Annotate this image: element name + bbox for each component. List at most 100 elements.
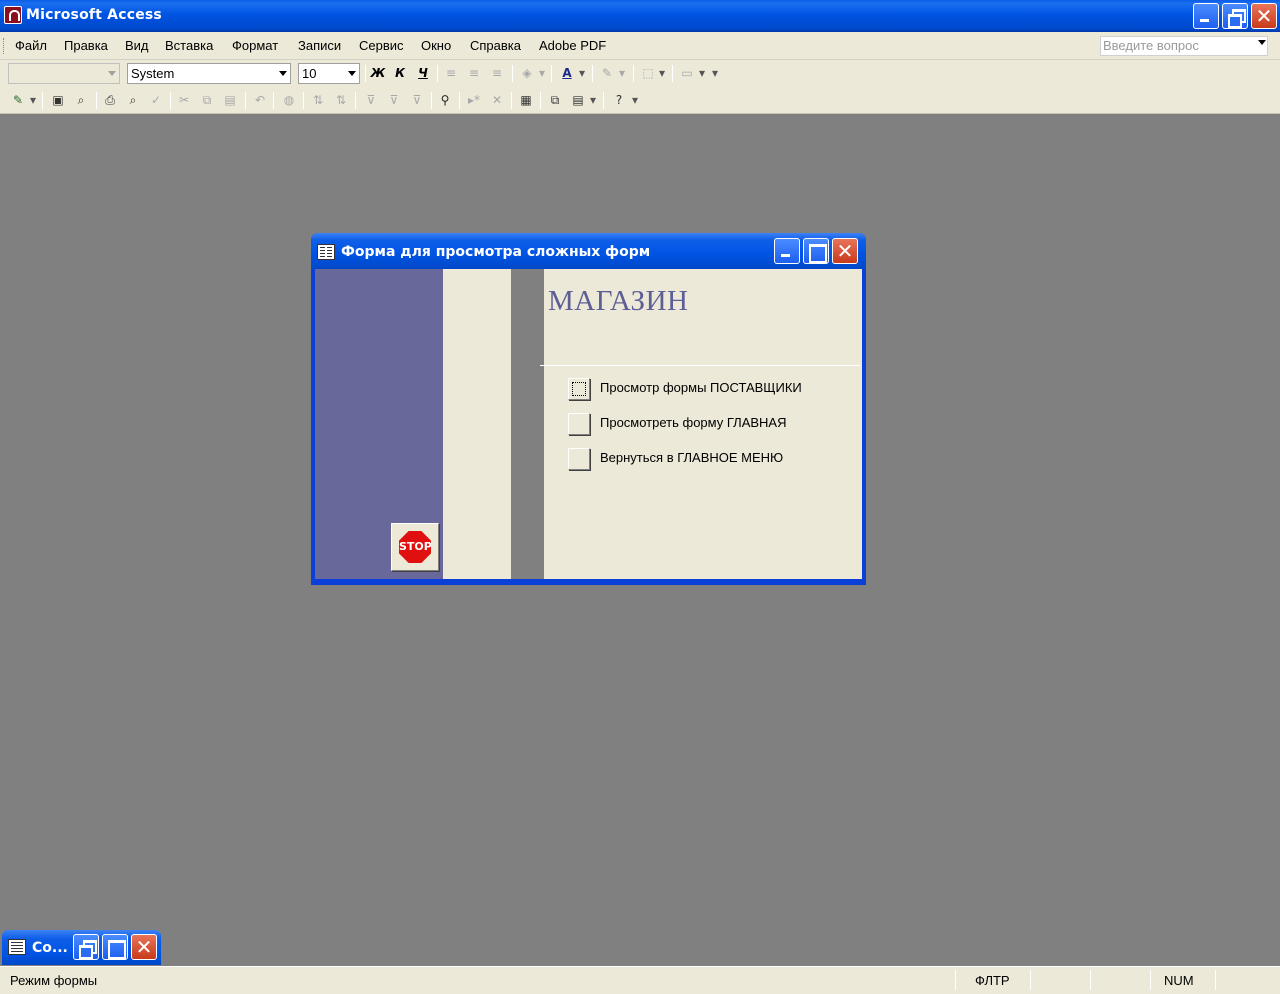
close-icon: ✕ — [836, 239, 854, 263]
paste-icon[interactable]: ▤ — [220, 91, 240, 110]
menu-window[interactable]: Окно — [421, 38, 451, 53]
delete-record-icon[interactable]: ✕ — [487, 91, 507, 110]
print-preview-icon[interactable]: ⌕ — [123, 91, 143, 110]
align-right-icon[interactable]: ≡ — [487, 64, 507, 83]
menu-records[interactable]: Записи — [298, 38, 341, 53]
font-size-combo[interactable]: 10 — [298, 63, 360, 84]
toolbar-separator — [551, 65, 552, 82]
underline-button[interactable]: Ч — [413, 64, 433, 83]
view-main-form-label: Просмотреть форму ГЛАВНАЯ — [600, 415, 787, 430]
form-window[interactable]: Форма для просмотра сложных форм ✕ МАГАЗ… — [311, 233, 866, 585]
chevron-down-icon[interactable]: ▾ — [697, 64, 707, 83]
status-bar: Режим формы ФЛТР NUM — [0, 966, 1280, 994]
view-main-form-button[interactable] — [568, 413, 590, 435]
line-color-icon[interactable]: ✎ — [597, 64, 617, 83]
status-separator — [1215, 970, 1216, 990]
sort-ascending-icon[interactable]: ⇅ — [308, 91, 328, 110]
minimized-close-button[interactable]: ✕ — [131, 934, 157, 960]
status-separator — [1090, 970, 1091, 990]
view-suppliers-form-button[interactable] — [568, 378, 590, 400]
menu-adobe-pdf[interactable]: Adobe PDF — [539, 38, 606, 53]
sort-descending-icon[interactable]: ⇅ — [331, 91, 351, 110]
align-center-icon[interactable]: ≡ — [464, 64, 484, 83]
minimized-window[interactable]: Со... ✕ — [2, 930, 161, 965]
restore-button[interactable] — [1222, 3, 1248, 29]
form-heading: МАГАЗИН — [548, 285, 689, 317]
return-main-menu-label: Вернуться в ГЛАВНОЕ МЕНЮ — [600, 450, 784, 465]
apply-filter-icon[interactable]: ⊽ — [407, 91, 427, 110]
chevron-down-icon[interactable]: ▾ — [617, 64, 627, 83]
cut-icon[interactable]: ✂ — [174, 91, 194, 110]
minimized-maximize-button[interactable] — [102, 934, 128, 960]
toolbar-separator — [245, 92, 246, 109]
menu-view[interactable]: Вид — [125, 38, 149, 53]
menu-bar: Файл Правка Вид Вставка Формат Записи Се… — [0, 32, 1280, 60]
minimize-button[interactable] — [1193, 3, 1219, 29]
chevron-down-icon[interactable] — [1258, 40, 1266, 45]
filter-by-form-icon[interactable]: ⊽ — [384, 91, 404, 110]
object-combo[interactable] — [8, 63, 120, 84]
app-titlebar[interactable]: Microsoft Access ✕ — [0, 0, 1280, 32]
special-effect-icon[interactable]: ▭ — [677, 64, 697, 83]
status-mode: Режим формы — [10, 973, 98, 988]
font-color-icon[interactable]: A — [557, 64, 577, 83]
toolbar-options-icon[interactable]: ▾ — [709, 64, 721, 83]
properties-icon[interactable]: ▦ — [516, 91, 536, 110]
toolbar-separator — [273, 92, 274, 109]
fill-color-icon[interactable]: ◈ — [517, 64, 537, 83]
save-icon[interactable]: ▣ — [48, 91, 68, 110]
toolbar-options-icon[interactable]: ▾ — [629, 91, 641, 110]
form-icon[interactable] — [317, 244, 335, 260]
close-button[interactable]: ✕ — [1251, 3, 1277, 29]
status-filter: ФЛТР — [975, 973, 1010, 988]
menu-edit[interactable]: Правка — [64, 38, 108, 53]
menu-insert[interactable]: Вставка — [165, 38, 213, 53]
copy-icon[interactable]: ⧉ — [197, 91, 217, 110]
bold-button[interactable]: Ж — [368, 64, 388, 83]
toolbar-separator — [170, 92, 171, 109]
chevron-down-icon[interactable]: ▾ — [28, 91, 38, 110]
form-icon[interactable] — [8, 939, 26, 955]
filter-by-selection-icon[interactable]: ⊽ — [361, 91, 381, 110]
minimized-restore-button[interactable] — [73, 934, 99, 960]
help-icon[interactable]: ? — [609, 91, 629, 110]
status-separator — [955, 970, 956, 990]
return-main-menu-button[interactable] — [568, 448, 590, 470]
chevron-down-icon[interactable]: ▾ — [537, 64, 547, 83]
italic-button[interactable]: К — [390, 64, 410, 83]
border-width-icon[interactable]: ⬚ — [638, 64, 658, 83]
menubar-grip[interactable] — [3, 38, 6, 54]
form-view-toolbar: ✎ ▾ ▣ ⌕ ⎙ ⌕ ✓ ✂ ⧉ ▤ ↶ ◍ ⇅ ⇅ ⊽ ⊽ ⊽ ⚲ ▸* ✕… — [0, 87, 1280, 114]
view-icon[interactable]: ✎ — [8, 91, 28, 110]
ask-question-input[interactable]: Введите вопрос — [1100, 36, 1268, 56]
align-left-icon[interactable]: ≡ — [441, 64, 461, 83]
find-binoculars-icon[interactable]: ⚲ — [435, 91, 455, 110]
toolbar-separator — [42, 92, 43, 109]
form-titlebar[interactable]: Форма для просмотра сложных форм ✕ — [311, 233, 866, 269]
database-window-icon[interactable]: ⧉ — [545, 91, 565, 110]
toolbar-separator — [431, 92, 432, 109]
new-object-icon[interactable]: ▤ — [568, 91, 588, 110]
chevron-down-icon[interactable]: ▾ — [588, 91, 598, 110]
form-close-button[interactable]: ✕ — [832, 238, 858, 264]
chevron-down-icon[interactable]: ▾ — [657, 64, 667, 83]
menu-help[interactable]: Справка — [470, 38, 521, 53]
access-app-icon[interactable] — [4, 6, 22, 24]
menu-tools[interactable]: Сервис — [359, 38, 404, 53]
menu-file[interactable]: Файл — [15, 38, 47, 53]
font-name-combo[interactable]: System — [127, 63, 291, 84]
stop-button[interactable]: STOP — [391, 523, 439, 571]
file-search-icon[interactable]: ⌕ — [71, 91, 91, 110]
new-record-icon[interactable]: ▸* — [464, 91, 484, 110]
status-num: NUM — [1164, 973, 1194, 988]
menu-format[interactable]: Формат — [232, 38, 278, 53]
form-maximize-button[interactable] — [803, 238, 829, 264]
spelling-icon[interactable]: ✓ — [146, 91, 166, 110]
undo-icon[interactable]: ↶ — [250, 91, 270, 110]
chevron-down-icon[interactable]: ▾ — [577, 64, 587, 83]
maximize-icon — [804, 239, 828, 263]
form-minimize-button[interactable] — [774, 238, 800, 264]
restore-icon — [74, 935, 98, 959]
print-icon[interactable]: ⎙ — [100, 91, 120, 110]
hyperlink-icon[interactable]: ◍ — [279, 91, 299, 110]
